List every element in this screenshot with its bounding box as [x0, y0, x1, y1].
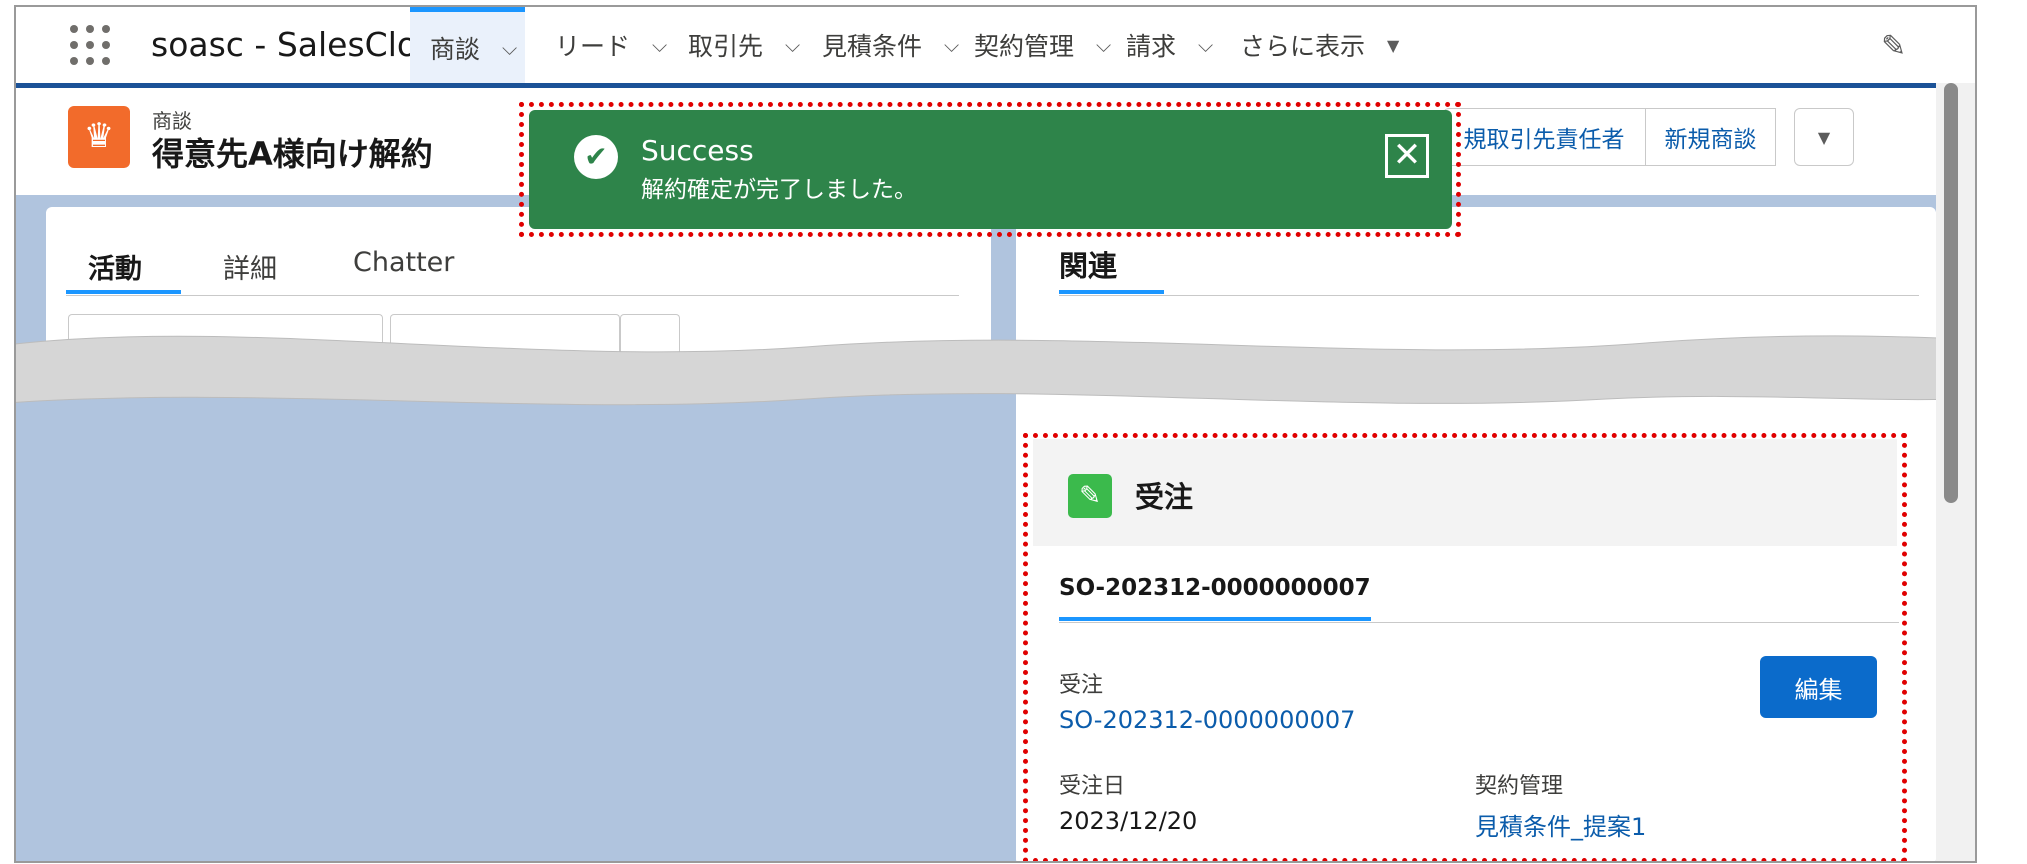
order-document-icon: ✎ — [1068, 474, 1112, 518]
order-number-link[interactable]: SO-202312-0000000007 — [1059, 706, 1355, 734]
app-launcher-icon[interactable] — [68, 23, 112, 67]
active-tab-indicator — [1059, 290, 1164, 294]
record-title: 得意先A様向け解約 — [152, 135, 433, 173]
chevron-down-icon[interactable]: ⌵ — [785, 33, 800, 57]
nav-tab-label: 取引先 — [688, 32, 764, 61]
tab-chatter[interactable]: Chatter — [353, 247, 454, 278]
edit-nav-pencil-icon[interactable]: ✎ — [1881, 29, 1906, 64]
nav-tab-more[interactable]: さらに表示 ▼ — [1240, 7, 1399, 83]
tab-sales-order[interactable]: SO-202312-0000000007 — [1059, 575, 1371, 601]
chevron-down-icon[interactable]: ⌵ — [652, 33, 667, 57]
nav-tab-account[interactable]: 取引先 ⌵ — [688, 7, 800, 83]
chevron-down-icon[interactable]: ⌵ — [502, 36, 517, 60]
active-tab-indicator — [66, 290, 181, 294]
check-circle-icon: ✔ — [574, 135, 618, 179]
toast-message: 解約確定が完了しました。 — [641, 177, 917, 203]
chevron-down-icon[interactable]: ⌵ — [1096, 33, 1111, 57]
tab-activity[interactable]: 活動 — [88, 247, 142, 286]
chevron-down-icon[interactable]: ⌵ — [1198, 33, 1213, 57]
nav-tab-contract[interactable]: 契約管理 ⌵ — [974, 7, 1111, 83]
order-card-title: 受注 — [1135, 480, 1194, 514]
nav-tab-quote-terms[interactable]: 見積条件 ⌵ — [822, 7, 959, 83]
contract-link[interactable]: 見積条件_提案1 — [1475, 807, 1646, 842]
tab-divider — [1059, 295, 1919, 296]
active-tab-indicator — [1059, 617, 1371, 621]
scrollbar-thumb[interactable] — [1944, 83, 1958, 503]
omission-wave — [16, 335, 1975, 406]
close-icon[interactable]: ✕ — [1385, 134, 1429, 178]
nav-tab-lead[interactable]: リード ⌵ — [555, 7, 667, 83]
nav-tab-label: 商談 — [430, 34, 481, 64]
tab-divider — [66, 295, 959, 296]
order-date-label: 受注日 — [1059, 774, 1126, 799]
order-date-value: 2023/12/20 — [1059, 807, 1198, 835]
opportunity-crown-icon: ♛ — [68, 106, 130, 168]
new-contact-button[interactable]: 規取引先責任者 — [1443, 108, 1646, 166]
contract-label: 契約管理 — [1475, 774, 1564, 799]
nav-tab-label: 見積条件 — [822, 32, 923, 61]
app-window: soasc - SalesCloud ... 商談 ⌵ リード ⌵ 取引先 ⌵ … — [14, 5, 1977, 863]
more-actions-dropdown-button[interactable]: ▼ — [1794, 108, 1854, 166]
nav-tab-label: 契約管理 — [974, 32, 1075, 61]
tab-related[interactable]: 関連 — [1059, 243, 1117, 285]
caret-down-icon[interactable]: ▼ — [1387, 36, 1399, 55]
new-opportunity-button[interactable]: 新規商談 — [1645, 108, 1776, 166]
tab-divider — [1059, 622, 1899, 623]
nav-tab-label: リード — [555, 32, 631, 61]
order-field-label: 受注 — [1059, 673, 1104, 698]
nav-tab-label: 請求 — [1126, 32, 1177, 61]
nav-tab-opportunity[interactable]: 商談 ⌵ — [410, 7, 525, 83]
nav-tab-billing[interactable]: 請求 ⌵ — [1126, 7, 1213, 83]
tab-details[interactable]: 詳細 — [223, 247, 277, 286]
chevron-down-icon[interactable]: ⌵ — [944, 33, 959, 57]
nav-tab-label: さらに表示 — [1240, 32, 1366, 61]
toast-title: Success — [641, 134, 754, 167]
edit-button[interactable]: 編集 — [1760, 656, 1877, 718]
